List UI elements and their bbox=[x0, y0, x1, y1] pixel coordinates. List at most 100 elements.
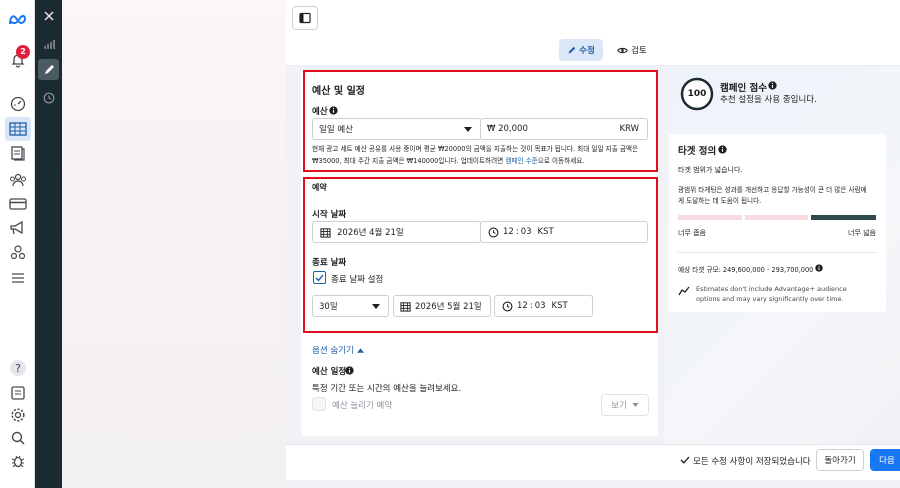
back-button[interactable]: 돌아가기 bbox=[816, 449, 864, 471]
end-hour: 12 bbox=[517, 301, 528, 311]
history-clock-icon[interactable] bbox=[38, 87, 59, 108]
budget-note-line1: 현재 광고 세트 예산 공유를 사용 중이며 평균 ₩20000의 금액을 지출… bbox=[312, 145, 639, 153]
start-hour: 12 bbox=[503, 227, 514, 237]
end-date-input[interactable]: 2026년 5월 21일 bbox=[393, 295, 491, 317]
size-info-icon[interactable] bbox=[815, 264, 823, 272]
next-button[interactable]: 다음 bbox=[870, 449, 900, 471]
budget-note-line2: ₩35000, 최대 주간 지출 금액은 ₩140000입니다. 업데이트하려면… bbox=[312, 157, 585, 165]
budget-schedule-desc: 특정 기간 또는 시간의 예산을 늘려보세요. bbox=[312, 384, 462, 394]
increase-budget-label: 예산 늘리기 예약 bbox=[332, 401, 393, 411]
audience-detail-line1: 광범위 타게팅은 성과를 개선하고 응답할 가능성이 큰 더 많은 사람에 bbox=[678, 186, 867, 194]
audience-meter-middle bbox=[745, 215, 808, 220]
clock-icon bbox=[488, 227, 499, 238]
end-date-value: 2026년 5월 21일 bbox=[415, 302, 482, 312]
docs-icon[interactable] bbox=[8, 383, 28, 403]
divider bbox=[678, 252, 876, 253]
end-date-checkbox-label: 종료 날짜 설정 bbox=[331, 275, 384, 285]
search-icon[interactable] bbox=[8, 428, 28, 448]
tab-edit-label: 수정 bbox=[579, 46, 595, 56]
megaphone-icon[interactable] bbox=[8, 218, 28, 238]
close-icon[interactable] bbox=[38, 5, 59, 26]
increase-budget-checkbox[interactable] bbox=[312, 397, 326, 411]
billing-card-icon[interactable] bbox=[8, 194, 28, 214]
dashboard-icon[interactable] bbox=[8, 94, 28, 114]
tab-review[interactable]: 검토 bbox=[612, 39, 652, 61]
audience-info-icon[interactable] bbox=[718, 145, 727, 154]
schedule-section-title: 예약 bbox=[312, 183, 327, 192]
campaign-level-link[interactable]: 캠페인 수준 bbox=[505, 157, 537, 165]
editor-tool-rail bbox=[35, 0, 62, 488]
calendar-icon bbox=[320, 228, 331, 238]
left-nav: 2 ? bbox=[0, 0, 35, 488]
budget-type-value: 일일 예산 bbox=[319, 125, 353, 135]
pages-icon[interactable] bbox=[8, 143, 28, 163]
help-icon[interactable]: ? bbox=[8, 358, 28, 378]
broad-label: 너무 넓음 bbox=[848, 229, 876, 237]
end-time-input[interactable]: 12:03 KST bbox=[494, 295, 593, 317]
campaigns-table-icon[interactable] bbox=[5, 117, 31, 141]
currency-label: KRW bbox=[619, 124, 639, 134]
narrow-label: 너무 좁음 bbox=[678, 229, 706, 237]
budget-info-icon[interactable] bbox=[329, 106, 338, 115]
caret-down-icon bbox=[464, 127, 472, 132]
caret-down-icon bbox=[372, 304, 380, 309]
budget-section-title: 예산 및 일정 bbox=[312, 86, 365, 97]
hide-options-toggle[interactable]: 옵션 숨기기 bbox=[312, 344, 364, 356]
tab-edit[interactable]: 수정 bbox=[559, 39, 603, 61]
budget-label: 예산 bbox=[312, 107, 328, 117]
duration-select[interactable]: 30일 bbox=[312, 295, 389, 317]
view-dropdown-button[interactable]: 보기 bbox=[601, 394, 649, 416]
pencil-icon bbox=[568, 46, 576, 53]
ad-accounts-icon[interactable] bbox=[8, 242, 28, 262]
end-date-checkbox[interactable] bbox=[313, 271, 326, 284]
end-date-label: 종료 날짜 bbox=[312, 258, 347, 268]
notification-badge: 2 bbox=[16, 45, 30, 59]
campaign-score-title: 캠페인 점수 bbox=[720, 83, 768, 94]
start-minute: 03 bbox=[520, 227, 532, 237]
budget-type-select[interactable]: 일일 예산 bbox=[312, 118, 481, 140]
budget-amount-input[interactable]: ₩ 20,000 KRW bbox=[480, 118, 648, 140]
start-date-label: 시작 날짜 bbox=[312, 210, 347, 220]
audience-meter-narrow bbox=[678, 215, 742, 220]
start-timezone: KST bbox=[537, 227, 554, 237]
bar-chart-icon[interactable] bbox=[38, 33, 59, 54]
start-date-input[interactable]: 2026년 4월 21일 bbox=[312, 221, 481, 243]
audience-title: 타겟 정의 bbox=[678, 146, 717, 157]
audience-meter-broad bbox=[811, 215, 876, 220]
saved-status-text: 모든 수정 사항이 저장되었습니다 bbox=[693, 457, 811, 467]
estimate-note-line2: options and may vary significantly over … bbox=[696, 295, 844, 303]
left-background bbox=[62, 0, 286, 488]
caret-down-icon bbox=[632, 403, 639, 407]
start-date-value: 2026년 4월 21일 bbox=[337, 228, 404, 238]
budget-schedule-info-icon[interactable] bbox=[345, 366, 354, 375]
start-time-input[interactable]: 12:03 KST bbox=[480, 221, 648, 243]
clock-icon bbox=[502, 301, 513, 312]
end-timezone: KST bbox=[551, 301, 568, 311]
toggle-panel-button[interactable] bbox=[292, 6, 318, 30]
tab-review-label: 검토 bbox=[631, 46, 647, 56]
sidebar-panel-icon bbox=[299, 12, 311, 24]
hamburger-menu-icon[interactable] bbox=[8, 268, 28, 288]
budget-schedule-title: 예산 일정 bbox=[312, 367, 347, 377]
settings-gear-icon[interactable] bbox=[8, 405, 28, 425]
duration-value: 30일 bbox=[319, 302, 338, 312]
audience-icon[interactable] bbox=[8, 170, 28, 190]
campaign-score-desc: 추천 설정을 사용 중입니다. bbox=[720, 95, 817, 105]
trend-line-icon bbox=[678, 286, 690, 296]
score-value: 100 bbox=[687, 89, 707, 99]
saved-check-icon bbox=[680, 456, 690, 464]
score-info-icon[interactable] bbox=[768, 81, 777, 90]
pencil-edit-icon[interactable] bbox=[38, 59, 59, 80]
meta-logo-icon[interactable] bbox=[8, 10, 28, 30]
estimate-note-line1: Estimates don't include Advantage+ audie… bbox=[696, 285, 847, 293]
svg-text:?: ? bbox=[15, 362, 21, 375]
audience-desc: 타겟 범위가 넓습니다. bbox=[678, 166, 743, 174]
checkmark-icon bbox=[315, 274, 324, 282]
bug-debug-icon[interactable] bbox=[8, 451, 28, 471]
end-minute: 03 bbox=[534, 301, 546, 311]
calendar-icon bbox=[400, 302, 411, 312]
caret-up-icon bbox=[356, 347, 364, 353]
audience-size: 예상 타겟 규모: 249,600,000 - 293,700,000 bbox=[678, 266, 814, 274]
eye-icon bbox=[617, 47, 628, 53]
audience-detail-line2: 게 도달하는 데 도움이 됩니다. bbox=[678, 197, 762, 205]
